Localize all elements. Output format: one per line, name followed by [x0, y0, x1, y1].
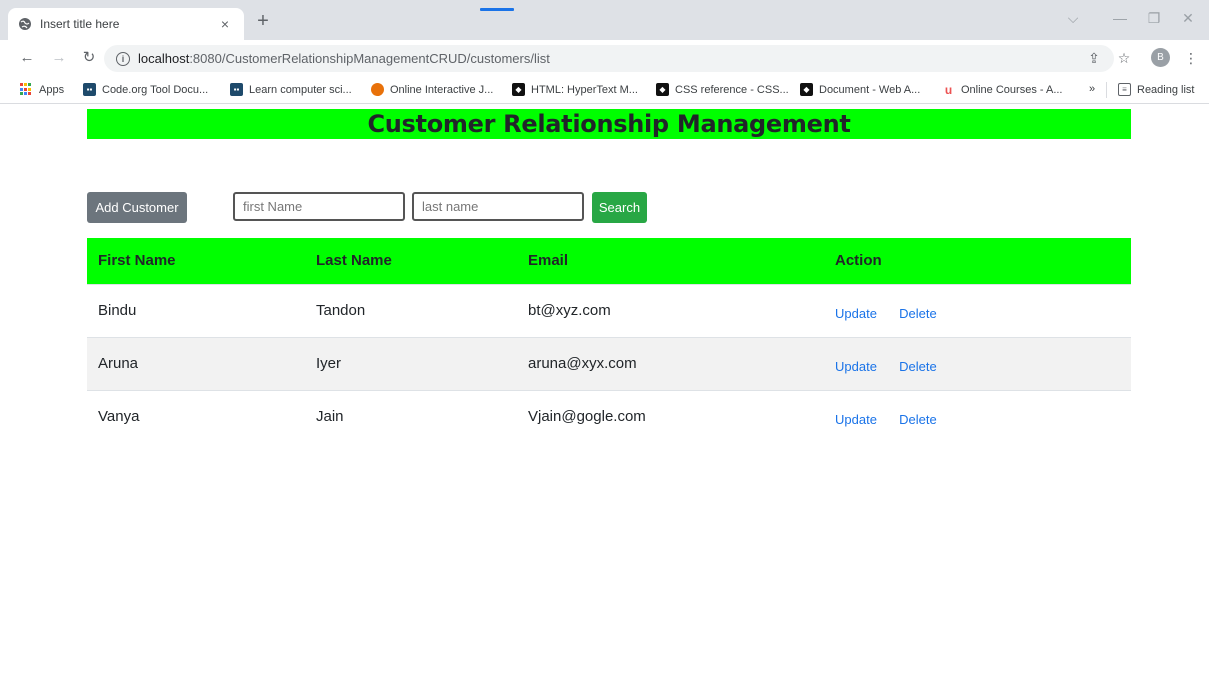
- forward-arrow-icon[interactable]: →: [50, 49, 68, 67]
- cell-email: Vjain@gogle.com: [517, 389, 824, 443]
- bookmark-label: Online Interactive J...: [390, 83, 494, 96]
- reading-list-icon: ≡: [1118, 83, 1131, 96]
- table-row: Bindu Tandon bt@xyz.com Update Delete: [87, 283, 1131, 337]
- cell-last-name: Iyer: [305, 336, 517, 390]
- loading-indicator: [480, 8, 514, 11]
- udemy-icon: u: [944, 82, 953, 97]
- bookmark-online-courses[interactable]: u Online Courses - A...: [942, 82, 1063, 97]
- bookmark-apps[interactable]: Apps: [20, 83, 64, 96]
- delete-link[interactable]: Delete: [899, 300, 937, 321]
- globe-icon: [18, 17, 32, 31]
- more-bookmarks-button[interactable]: »: [1089, 83, 1095, 95]
- browser-tab[interactable]: Insert title here ×: [8, 8, 244, 40]
- update-link[interactable]: Update: [835, 406, 877, 427]
- cell-email: bt@xyz.com: [517, 283, 824, 337]
- bookmark-css[interactable]: ◆ CSS reference - CSS...: [656, 83, 789, 96]
- bookmarks-divider: [1106, 82, 1107, 98]
- reload-icon[interactable]: ↻: [80, 49, 98, 67]
- menu-kebab-icon[interactable]: ⋮: [1182, 50, 1200, 67]
- cell-first-name: Bindu: [87, 283, 305, 337]
- first-name-search-input[interactable]: [233, 192, 405, 221]
- page-content: Customer Relationship Management Add Cus…: [0, 105, 1209, 680]
- header-email: Email: [528, 252, 569, 270]
- bookmarks-bar: Apps ▪▪ Code.org Tool Docu... ▪▪ Learn c…: [0, 76, 1209, 104]
- header-first-name: First Name: [98, 252, 176, 270]
- bookmark-learn-cs[interactable]: ▪▪ Learn computer sci...: [230, 83, 352, 96]
- tab-title: Insert title here: [40, 17, 120, 31]
- reading-list-button[interactable]: ≡ Reading list: [1118, 83, 1194, 96]
- bookmark-label: HTML: HyperText M...: [531, 83, 638, 96]
- tab-search-icon[interactable]: ⌵: [1063, 10, 1083, 27]
- bookmark-label: Document - Web A...: [819, 83, 921, 96]
- bookmark-star-icon[interactable]: ☆: [1115, 50, 1133, 67]
- bookmark-html[interactable]: ◆ HTML: HyperText M...: [512, 83, 638, 96]
- cell-action: Update Delete: [824, 283, 1131, 337]
- window-close-icon[interactable]: ✕: [1178, 10, 1198, 27]
- code-org-icon: ▪▪: [83, 83, 96, 96]
- more-bookmarks-icon: »: [1089, 83, 1096, 95]
- cell-email: aruna@xyx.com: [517, 336, 824, 390]
- cell-last-name: Jain: [305, 389, 517, 443]
- bookmark-label: Learn computer sci...: [249, 83, 352, 96]
- reading-list-label: Reading list: [1137, 83, 1195, 96]
- share-icon[interactable]: ⇪: [1085, 50, 1103, 67]
- last-name-search-input[interactable]: [412, 192, 584, 221]
- cell-action: Update Delete: [824, 389, 1131, 443]
- address-bar[interactable]: i localhost:8080/CustomerRelationshipMan…: [104, 45, 1114, 72]
- tab-close-icon[interactable]: ×: [216, 16, 234, 32]
- cell-first-name: Vanya: [87, 389, 305, 443]
- header-last-name: Last Name: [316, 252, 392, 270]
- update-link[interactable]: Update: [835, 300, 877, 321]
- back-arrow-icon[interactable]: ←: [18, 49, 36, 67]
- table-row: Aruna Iyer aruna@xyx.com Update Delete: [87, 336, 1131, 390]
- add-customer-button[interactable]: Add Customer: [87, 192, 187, 223]
- page-title: Customer Relationship Management: [367, 110, 851, 138]
- mdn-icon: ◆: [800, 83, 813, 96]
- mozilla-icon: [371, 83, 384, 96]
- tab-strip: Insert title here × + ⌵ — ❐ ✕: [0, 0, 1209, 40]
- cell-action: Update Delete: [824, 336, 1131, 390]
- code-org-icon: ▪▪: [230, 83, 243, 96]
- delete-link[interactable]: Delete: [899, 353, 937, 374]
- restore-icon[interactable]: ❐: [1144, 10, 1164, 27]
- bookmark-document[interactable]: ◆ Document - Web A...: [800, 83, 920, 96]
- minimize-icon[interactable]: —: [1110, 10, 1130, 26]
- new-tab-button[interactable]: +: [252, 11, 274, 31]
- url-path: :8080/CustomerRelationshipManagementCRUD…: [189, 51, 550, 66]
- header-action: Action: [835, 252, 882, 270]
- update-link[interactable]: Update: [835, 353, 877, 374]
- bookmark-label: CSS reference - CSS...: [675, 83, 789, 96]
- table-header-row: First Name Last Name Email Action: [87, 238, 1131, 284]
- page-header: Customer Relationship Management: [87, 109, 1131, 139]
- browser-toolbar: ← → ↻ i localhost:8080/CustomerRelations…: [0, 40, 1209, 76]
- bookmark-label: Code.org Tool Docu...: [102, 83, 209, 96]
- mdn-icon: ◆: [512, 83, 525, 96]
- info-icon[interactable]: i: [116, 51, 130, 66]
- apps-grid-icon: [20, 83, 33, 96]
- delete-link[interactable]: Delete: [899, 406, 937, 427]
- mdn-icon: ◆: [656, 83, 669, 96]
- bookmark-label: Online Courses - A...: [961, 83, 1063, 96]
- bookmark-label: Apps: [39, 83, 65, 96]
- cell-first-name: Aruna: [87, 336, 305, 390]
- customers-table: First Name Last Name Email Action Bindu …: [87, 238, 1131, 443]
- profile-avatar[interactable]: B: [1151, 48, 1170, 67]
- url-host: localhost: [138, 51, 190, 66]
- bookmark-code-org[interactable]: ▪▪ Code.org Tool Docu...: [83, 83, 208, 96]
- table-row: Vanya Jain Vjain@gogle.com Update Delete: [87, 389, 1131, 443]
- cell-last-name: Tandon: [305, 283, 517, 337]
- search-button[interactable]: Search: [592, 192, 647, 223]
- bookmark-online-interactive[interactable]: Online Interactive J...: [371, 83, 493, 96]
